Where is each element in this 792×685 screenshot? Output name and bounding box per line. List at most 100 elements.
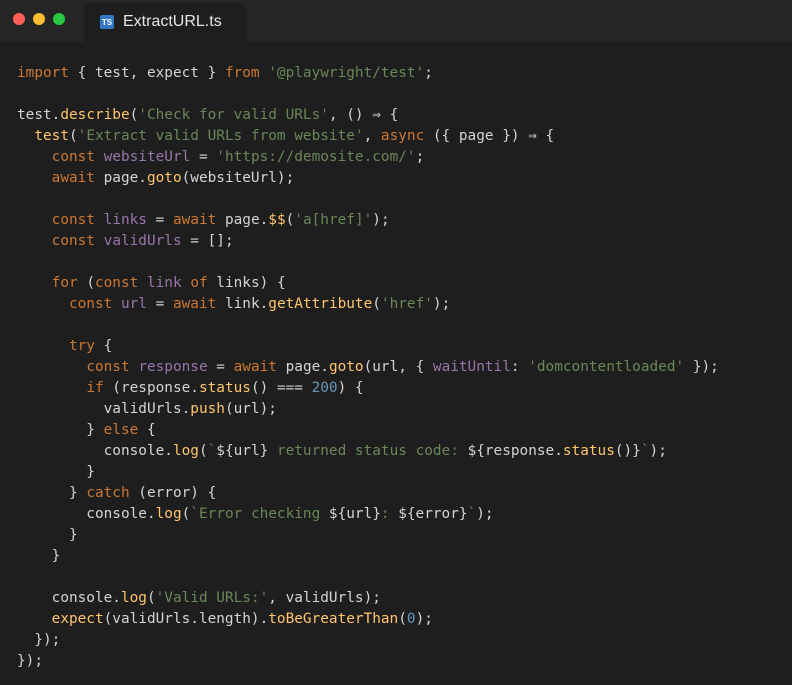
code-text: ${error} xyxy=(398,506,468,522)
code-text: (websiteUrl); xyxy=(181,170,295,186)
code-variable: link xyxy=(146,275,182,291)
code-string: 'Extract valid URLs from website' xyxy=(77,128,364,144)
code-line: const response = await page.goto(url, { … xyxy=(17,357,719,378)
code-text: { xyxy=(138,422,156,438)
tab-filename: ExtractURL.ts xyxy=(123,13,222,30)
code-string: ` xyxy=(640,443,650,459)
code-text: { xyxy=(94,338,113,354)
code-function: status xyxy=(198,380,251,396)
code-text: ( xyxy=(285,212,295,228)
code-function: goto xyxy=(328,359,364,375)
code-keyword: else xyxy=(103,422,139,438)
code-line: test('Extract valid URLs from website', … xyxy=(17,126,719,147)
code-keyword: for xyxy=(51,275,78,291)
code-text: links) { xyxy=(207,275,286,291)
code-line: console.log('Valid URLs:', validUrls); xyxy=(17,588,719,609)
code-text: = xyxy=(146,296,173,312)
title-bar: TS ExtractURL.ts xyxy=(0,0,792,42)
code-text: ()} xyxy=(614,443,641,459)
code-text: } xyxy=(17,485,87,501)
code-text: page. xyxy=(216,212,269,228)
code-text: link. xyxy=(216,296,269,312)
code-variable: validUrls xyxy=(103,233,182,249)
code-function: test xyxy=(34,128,69,144)
code-text: , validUrls); xyxy=(268,590,381,606)
code-text: page. xyxy=(276,359,329,375)
minimize-window-button[interactable] xyxy=(33,13,45,25)
code-keyword: const xyxy=(94,275,139,291)
code-function: log xyxy=(172,443,199,459)
code-keyword: catch xyxy=(86,485,130,501)
code-text: ); xyxy=(415,611,433,627)
code-line: } xyxy=(17,546,719,567)
code-text: = xyxy=(207,359,234,375)
code-text: ( xyxy=(181,506,191,522)
code-string: 'Valid URLs:' xyxy=(155,590,269,606)
code-keyword: await xyxy=(172,296,217,312)
code-window: TS ExtractURL.ts import { test, expect }… xyxy=(0,0,792,685)
file-tab[interactable]: TS ExtractURL.ts xyxy=(84,3,246,42)
code-text: } xyxy=(17,422,104,438)
code-text: () xyxy=(250,380,277,396)
code-text: = xyxy=(146,212,173,228)
code-text: , xyxy=(363,128,381,144)
code-text: ${url} xyxy=(328,506,381,522)
code-function: describe xyxy=(60,107,130,123)
code-keyword: try xyxy=(68,338,95,354)
close-window-button[interactable] xyxy=(13,13,25,25)
code-variable: waitUntil xyxy=(432,359,511,375)
code-string: 'https://demosite.com/' xyxy=(216,149,416,165)
maximize-window-button[interactable] xyxy=(53,13,65,25)
code-text: ); xyxy=(649,443,667,459)
code-text: ({ page }) ⇒ { xyxy=(424,128,555,144)
code-keyword: const xyxy=(51,233,95,249)
code-string: returned status code: xyxy=(268,443,468,459)
code-text: ); xyxy=(372,212,390,228)
code-variable: url xyxy=(120,296,147,312)
code-variable: links xyxy=(103,212,147,228)
code-keyword: await xyxy=(233,359,277,375)
code-string: `Error checking xyxy=(190,506,329,522)
code-variable: websiteUrl xyxy=(103,149,191,165)
code-editor[interactable]: import { test, expect } from '@playwrigh… xyxy=(0,42,792,685)
code-line: } catch (error) { xyxy=(17,483,719,504)
code-line: } xyxy=(17,525,719,546)
code-line: validUrls.push(url); xyxy=(17,399,719,420)
code-string: 'a[href]' xyxy=(294,212,373,228)
code-function: goto xyxy=(146,170,182,186)
code-text: console. xyxy=(17,443,173,459)
code-text: ( xyxy=(372,296,381,312)
code-keyword: async xyxy=(380,128,425,144)
code-line: try { xyxy=(17,336,719,357)
code-text: } xyxy=(17,464,95,480)
code-keyword: const xyxy=(86,359,130,375)
code-text: : xyxy=(510,359,529,375)
code-line: } else { xyxy=(17,420,719,441)
code-text: (url); xyxy=(224,401,277,417)
code-text: = []; xyxy=(181,233,234,249)
code-line: const websiteUrl = 'https://demosite.com… xyxy=(17,147,719,168)
code-line: }); xyxy=(17,630,719,651)
code-keyword: await xyxy=(51,170,95,186)
code-text: { test, expect } xyxy=(68,65,225,81)
code-text: }); xyxy=(17,653,43,669)
code-text: test. xyxy=(17,107,61,123)
code-text: , () ⇒ { xyxy=(328,107,399,123)
code-text: } xyxy=(17,548,61,564)
code-string: 'domcontentloaded' xyxy=(528,359,685,375)
code-keyword: if xyxy=(86,380,104,396)
